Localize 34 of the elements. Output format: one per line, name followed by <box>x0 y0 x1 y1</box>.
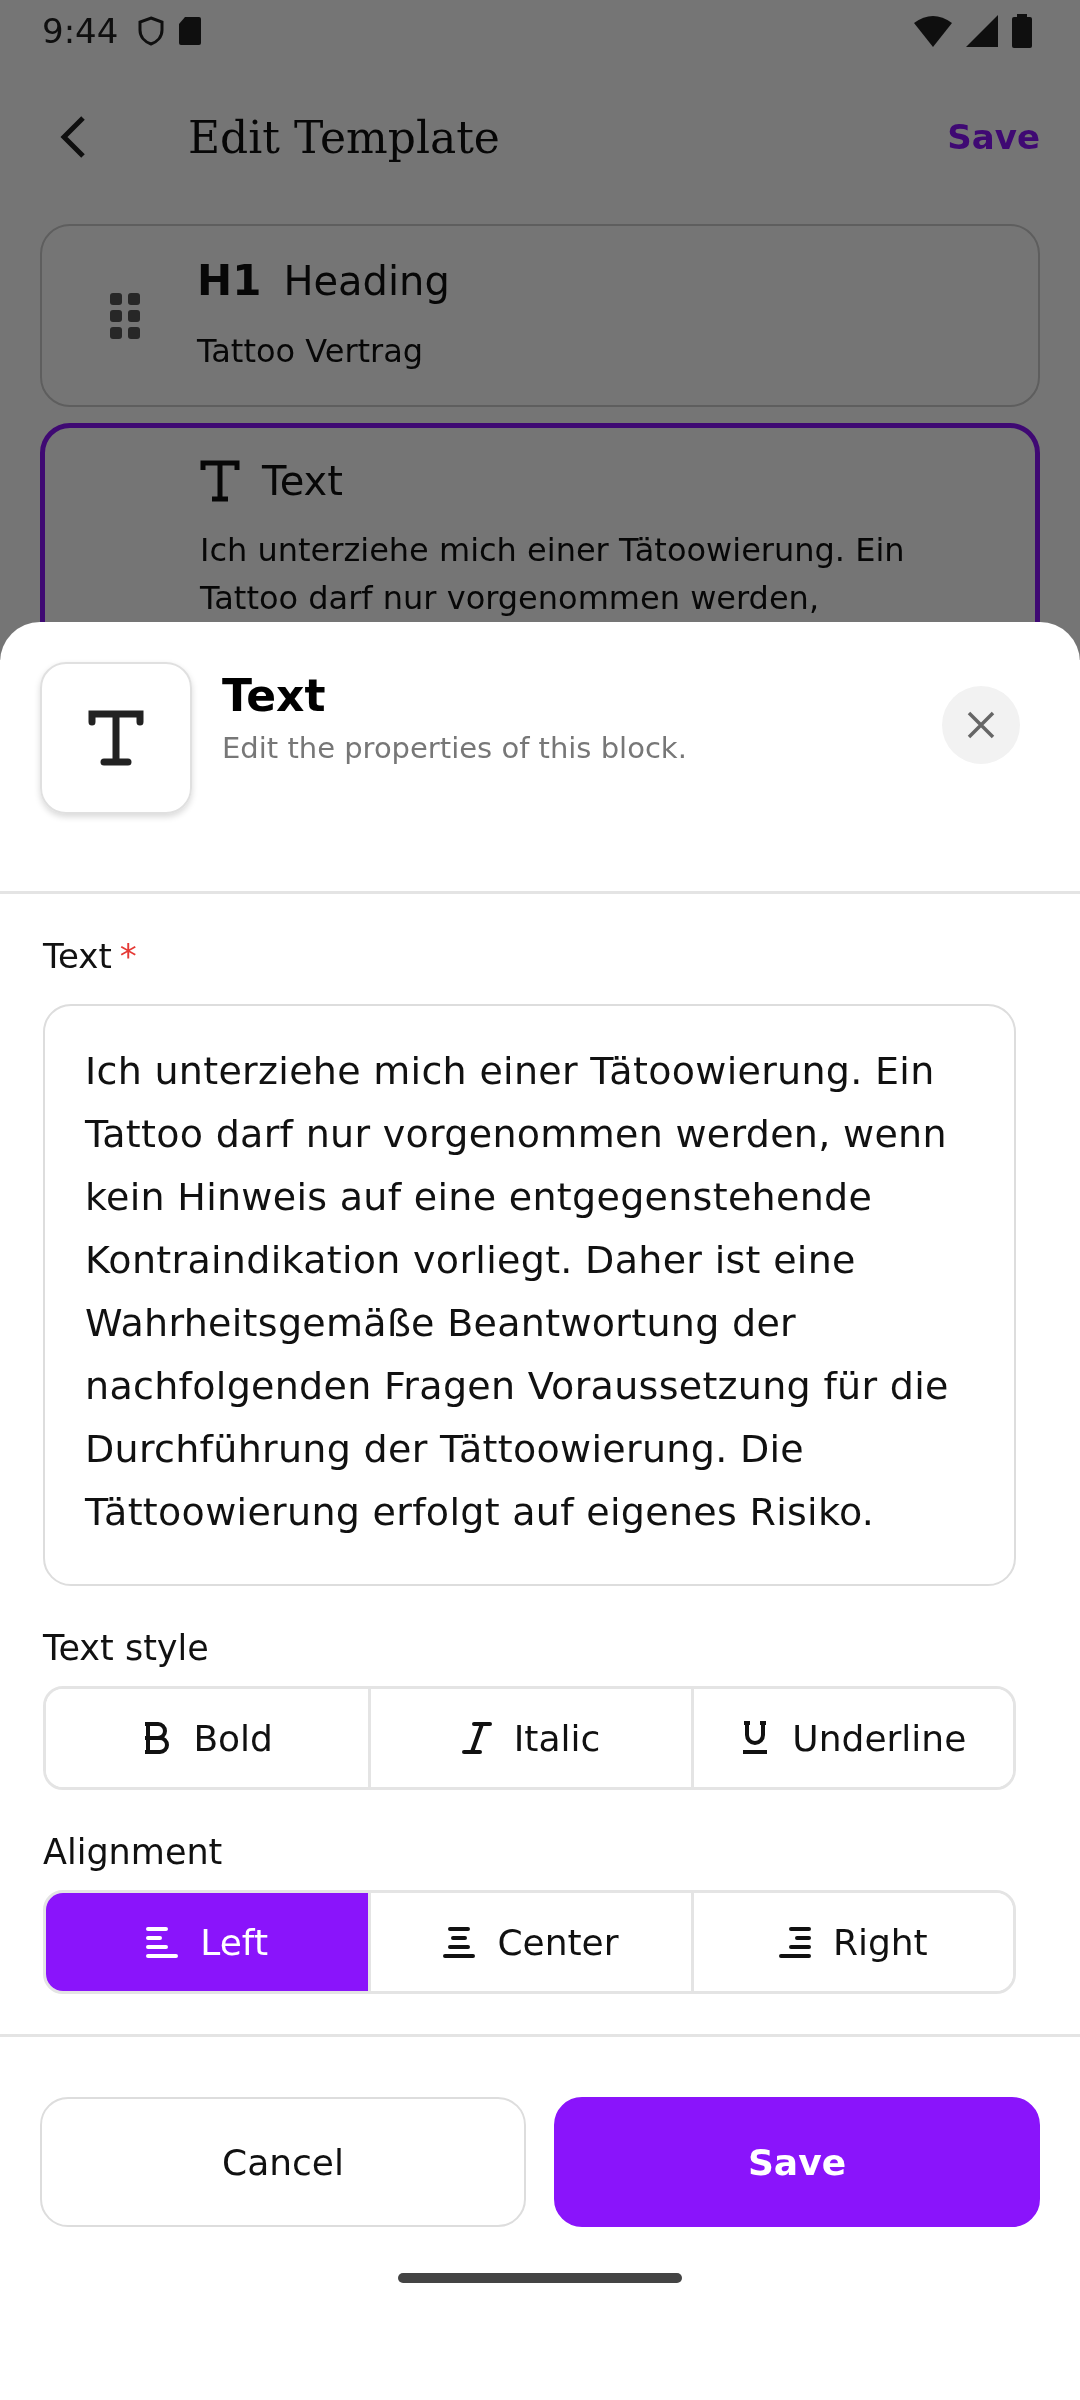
option-button[interactable]: Underline <box>690 1689 1013 1787</box>
group-label: Alignment <box>43 1832 224 1872</box>
align-center-icon <box>443 1926 476 1958</box>
signal-icon <box>966 15 998 47</box>
text-area[interactable]: Ich unterziehe mich einer Tätoowierung. Ein Tattoo darf nur vorgenommen werden, wenn kein Hinweis auf eine entgegenstehende Kontraindikation vorliegt. Daher ist eine Wahrheitsgemäße Beantwortung der nachfolgenden Fragen Voraussetzung für die Durchführung der Tättoowierung. Die Tättoowierung erfolgt auf eigenes Risiko. <box>43 1004 1016 1586</box>
align-left-icon <box>146 1926 179 1958</box>
battery-icon <box>1012 14 1032 48</box>
align-right-icon <box>778 1926 811 1958</box>
wifi-icon <box>914 15 952 47</box>
option-button[interactable]: Right <box>690 1893 1013 1991</box>
group-label: Text style <box>43 1628 210 1668</box>
block-type-label: Heading <box>283 257 450 304</box>
page-title: Edit Template <box>188 111 500 163</box>
status-time: 9:44 <box>42 11 119 51</box>
heading-level-label: H1 <box>197 256 262 305</box>
sheet-title: Text <box>222 670 327 721</box>
sheet-subtitle: Edit the properties of this block. <box>222 731 687 765</box>
block-card[interactable]: H1 Heading Tattoo Vertrag <box>40 224 1040 407</box>
save-button[interactable]: Save <box>554 2097 1040 2227</box>
shield-icon <box>138 16 165 46</box>
close-icon <box>966 710 996 740</box>
required-mark: * <box>119 936 137 976</box>
cancel-button[interactable]: Cancel <box>40 2097 526 2227</box>
italic-icon <box>461 1722 492 1754</box>
option-button[interactable]: Left <box>46 1893 369 1991</box>
block-type-label: Text <box>262 458 343 504</box>
sd-card-icon <box>178 16 203 46</box>
text-icon <box>86 708 146 768</box>
drag-handle-icon[interactable] <box>109 292 140 339</box>
text-icon <box>200 460 240 502</box>
back-icon[interactable] <box>58 115 88 159</box>
field-label: Text <box>43 936 112 976</box>
block-content: Tattoo Vertrag <box>197 331 425 372</box>
block-content: Ich unterziehe mich einer Tätoowierung. Ein Tattoo darf nur vorgenommen werden, <box>200 530 906 619</box>
